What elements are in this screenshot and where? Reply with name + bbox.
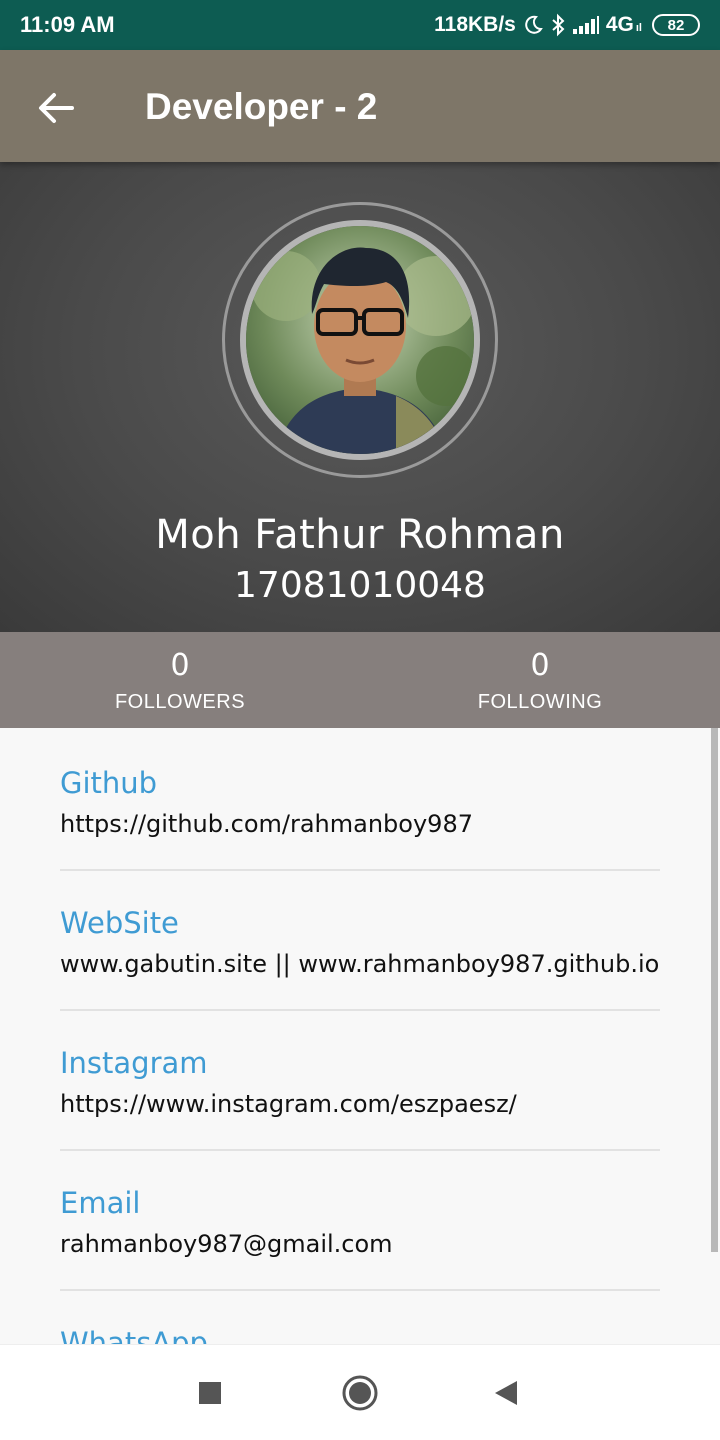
home-circle-icon	[342, 1375, 378, 1411]
home-button[interactable]	[334, 1367, 386, 1419]
bluetooth-icon	[550, 13, 566, 37]
followers-count: 0	[170, 648, 190, 683]
profile-name: Moh Fathur Rohman	[155, 512, 565, 558]
list-item-github[interactable]: Github https://github.com/rahmanboy987	[60, 728, 660, 868]
status-indicators: 118KB/s 4G ıl 82	[434, 11, 700, 39]
website-title: WebSite	[60, 906, 179, 940]
github-url[interactable]: https://github.com/rahmanboy987	[60, 810, 473, 838]
battery-level: 82	[667, 16, 685, 34]
profile-id: 17081010048	[234, 565, 486, 606]
battery-icon: 82	[652, 14, 700, 36]
list-item-instagram[interactable]: Instagram https://www.instagram.com/eszp…	[60, 1008, 660, 1148]
recents-button[interactable]	[184, 1367, 236, 1419]
recents-square-icon	[199, 1382, 221, 1404]
following-label: FOLLOWING	[477, 691, 603, 713]
contact-info-list[interactable]: Github https://github.com/rahmanboy987 W…	[0, 728, 720, 1344]
back-triangle-icon	[495, 1381, 517, 1405]
website-url[interactable]: www.gabutin.site || www.rahmanboy987.git…	[60, 950, 659, 978]
list-item-whatsapp[interactable]: WhatsApp	[60, 1288, 660, 1344]
signal-icon	[572, 15, 600, 35]
status-bar: 11:09 AM 118KB/s 4G ıl 82	[0, 0, 720, 50]
following-stat[interactable]: 0 FOLLOWING	[360, 648, 720, 714]
app-bar: Developer - 2	[0, 50, 720, 162]
followers-stat[interactable]: 0 FOLLOWERS	[0, 648, 360, 714]
system-nav-bar	[0, 1344, 720, 1440]
back-button[interactable]	[34, 86, 78, 130]
arrow-back-icon	[39, 93, 74, 123]
system-back-button[interactable]	[480, 1367, 532, 1419]
list-item-email[interactable]: Email rahmanboy987@gmail.com	[60, 1148, 660, 1288]
stats-bar: 0 FOLLOWERS 0 FOLLOWING	[0, 632, 720, 728]
avatar	[240, 220, 480, 460]
followers-label: FOLLOWERS	[114, 691, 246, 713]
whatsapp-title: WhatsApp	[60, 1326, 208, 1344]
email-title: Email	[60, 1186, 141, 1220]
profile-header: Moh Fathur Rohman 17081010048	[0, 162, 720, 632]
network-sub-indicator: ıl	[635, 22, 642, 34]
email-address[interactable]: rahmanboy987@gmail.com	[60, 1230, 393, 1258]
scrollbar[interactable]	[711, 728, 718, 1252]
moon-icon	[522, 14, 544, 36]
profile-photo	[246, 226, 474, 454]
following-count: 0	[530, 648, 550, 683]
status-time: 11:09 AM	[20, 12, 115, 37]
list-item-website[interactable]: WebSite www.gabutin.site || www.rahmanbo…	[60, 868, 660, 1008]
network-speed: 118KB/s	[434, 13, 516, 36]
network-type: 4G	[605, 13, 634, 36]
instagram-url[interactable]: https://www.instagram.com/eszpaesz/	[60, 1090, 517, 1118]
github-title: Github	[60, 766, 158, 800]
page-title: Developer - 2	[145, 86, 378, 127]
instagram-title: Instagram	[60, 1046, 208, 1080]
